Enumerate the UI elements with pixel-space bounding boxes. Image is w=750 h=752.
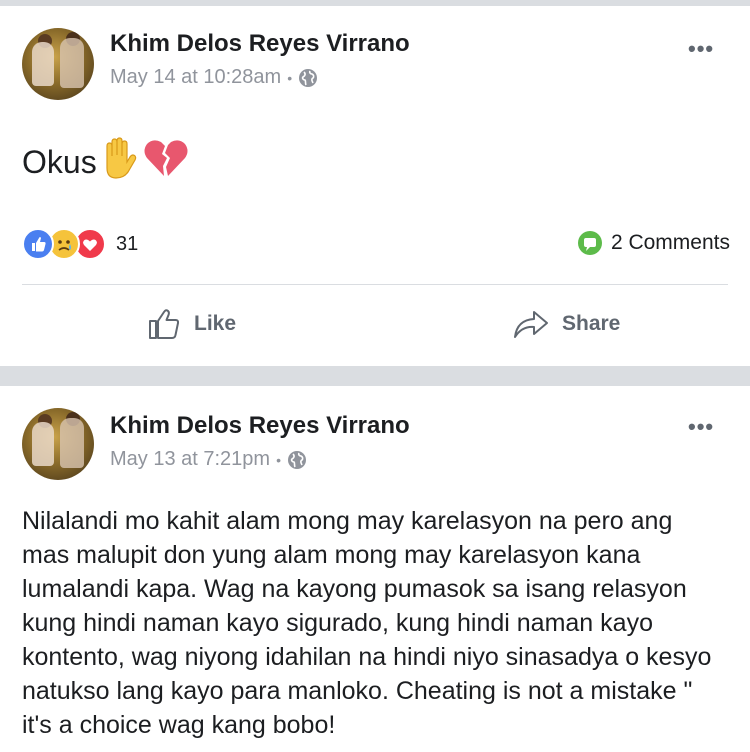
comments-count-label: 2 Comments bbox=[610, 231, 730, 254]
post-timestamp[interactable]: May 14 at 10:28am bbox=[110, 66, 281, 89]
raised-hand-emoji bbox=[97, 136, 141, 188]
reaction-summary[interactable]: 31 bbox=[22, 228, 138, 260]
post-body: Nilalandi mo kahit alam mong may karelas… bbox=[22, 504, 737, 742]
comment-bubble-icon bbox=[577, 231, 602, 255]
post-meta: May 14 at 10:28am • bbox=[110, 66, 318, 89]
comments-count-link[interactable]: 2 Comments bbox=[577, 230, 730, 256]
post-text-line: lumalandi kapa. Wag na kayong pumasok sa… bbox=[22, 575, 687, 603]
like-button[interactable]: Like bbox=[146, 306, 236, 342]
post-meta: May 13 at 7:21pm • bbox=[110, 448, 307, 471]
post-text-line: kontento, wag niyong idahilan na hindi n… bbox=[22, 643, 712, 671]
author-name[interactable]: Khim Delos Reyes Virrano bbox=[110, 412, 410, 440]
divider bbox=[22, 284, 728, 285]
more-options-button[interactable]: ••• bbox=[688, 36, 714, 62]
post-text: Okus bbox=[22, 143, 97, 180]
post-body: Okus bbox=[22, 136, 189, 188]
share-button[interactable]: Share bbox=[512, 306, 620, 342]
more-options-button[interactable]: ••• bbox=[688, 414, 714, 440]
like-thumb-icon bbox=[149, 309, 180, 339]
post-text-line: mas malupit don yung alam mong may karel… bbox=[22, 541, 641, 569]
post-text-line: it's a choice wag kang bobo! bbox=[22, 711, 336, 739]
globe-icon bbox=[287, 450, 307, 470]
post-text-line: kung hindi naman kayo sigurado, kung hin… bbox=[22, 609, 653, 637]
meta-dot: • bbox=[287, 69, 293, 86]
post-text-line: Nilalandi mo kahit alam mong may karelas… bbox=[22, 507, 673, 535]
broken-heart-emoji bbox=[143, 136, 189, 188]
globe-icon bbox=[298, 68, 318, 88]
post-separator bbox=[0, 366, 750, 386]
avatar[interactable] bbox=[22, 408, 94, 480]
top-separator bbox=[0, 0, 750, 6]
avatar[interactable] bbox=[22, 28, 94, 100]
author-name[interactable]: Khim Delos Reyes Virrano bbox=[110, 30, 410, 58]
meta-dot: • bbox=[276, 451, 281, 468]
share-arrow-icon bbox=[514, 311, 548, 338]
like-reaction-icon bbox=[22, 228, 54, 260]
reaction-count: 31 bbox=[116, 232, 139, 255]
like-label: Like bbox=[194, 312, 237, 335]
post-timestamp[interactable]: May 13 at 7:21pm bbox=[110, 448, 270, 471]
post-text-line: natukso lang kayo para manloko. Cheating… bbox=[22, 677, 693, 705]
share-label: Share bbox=[562, 312, 621, 335]
